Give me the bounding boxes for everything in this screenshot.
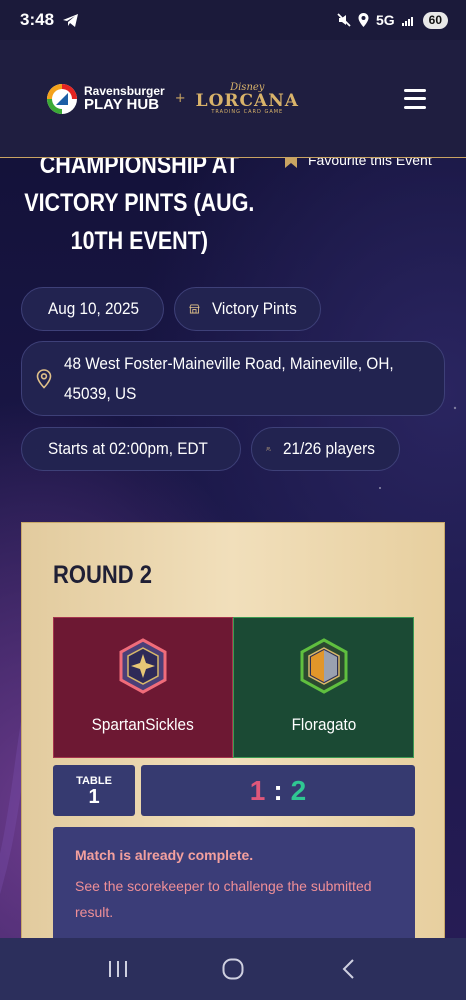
event-address-line-1: 48 West Foster-Maineville Road, Mainevil… [64, 353, 394, 373]
score-separator: : [273, 774, 283, 806]
store-icon [189, 304, 200, 314]
event-address-line-2: 45039, US [64, 383, 137, 403]
player-1-score: 1 [249, 774, 266, 806]
system-nav-bar [0, 938, 466, 1000]
app-header: Ravensburger PLAY HUB + Disney LORCANA T… [0, 40, 466, 158]
recents-icon[interactable] [98, 949, 138, 989]
start-time-chip: Starts at 02:00pm, EDT [21, 427, 241, 471]
table-number: 1 [88, 785, 100, 808]
player-2-panel: Floragato [233, 617, 414, 758]
brand-bottom: PLAY HUB [84, 96, 160, 113]
round-title: ROUND 2 [53, 561, 153, 589]
signal-icon [401, 17, 413, 26]
mute-icon [337, 13, 351, 27]
play-hub-logo-icon [47, 83, 77, 114]
table-number-box: TABLE 1 [53, 765, 135, 816]
telegram-icon [63, 13, 79, 27]
event-title-line-2: VICTORY PINTS (AUG. [24, 189, 255, 217]
battery-indicator: 60 [422, 11, 448, 29]
brand[interactable]: Ravensburger PLAY HUB + Disney LORCANA T… [46, 82, 299, 115]
event-title: CHAMPIONSHIP AT VICTORY PINTS (AUG. 10TH… [0, 146, 258, 260]
amber-steel-deck-icon [300, 638, 347, 694]
map-pin-icon [36, 368, 52, 389]
users-icon [266, 447, 271, 451]
status-right: 5G 60 [337, 11, 448, 29]
location-icon [358, 13, 369, 27]
player-2-score: 2 [290, 774, 307, 806]
score-box: 1 : 2 [141, 765, 415, 816]
status-time: 3:48 [20, 10, 55, 29]
event-players: 21/26 players [282, 439, 375, 458]
brand-plus: + [174, 91, 186, 106]
player-1-name: SpartanSickles [91, 715, 195, 734]
event-start-time: Starts at 02:00pm, EDT [48, 439, 209, 458]
event-date: Aug 10, 2025 [48, 299, 140, 318]
players-chip: 21/26 players [251, 427, 400, 471]
player-2-name: Floragato [291, 715, 356, 734]
lorcana-logo: Disney LORCANA TRADING CARD GAME [195, 82, 299, 115]
notice-heading: Match is already complete. [75, 847, 254, 863]
date-chip: Aug 10, 2025 [21, 287, 164, 331]
table-label: TABLE [76, 774, 112, 787]
status-bar: 3:48 5G 60 [0, 0, 466, 40]
status-left: 3:48 [20, 10, 79, 30]
ravensburger-logo: Ravensburger PLAY HUB [46, 83, 165, 115]
notice-body-line-1: See the scorekeeper to challenge the sub… [75, 878, 372, 894]
venue-chip[interactable]: Victory Pints [174, 287, 321, 331]
home-icon[interactable] [213, 949, 253, 989]
notice-body-line-2: result. [75, 904, 114, 920]
network-label: 5G [375, 12, 395, 28]
match-complete-notice: Match is already complete. See the score… [53, 827, 415, 943]
back-icon[interactable] [328, 949, 368, 989]
hamburger-menu-icon[interactable] [404, 88, 426, 109]
event-title-line-3: 10TH EVENT) [70, 227, 209, 255]
amber-steel-ink-icon [119, 638, 167, 694]
event-venue: Victory Pints [211, 299, 297, 318]
address-chip[interactable]: 48 West Foster-Maineville Road, Mainevil… [21, 341, 445, 416]
lorcana-main: LORCANA [195, 90, 299, 111]
player-1-panel: SpartanSickles [53, 617, 233, 758]
match-card: ROUND 2 SpartanSickles Floragato TABLE 1… [21, 522, 445, 943]
